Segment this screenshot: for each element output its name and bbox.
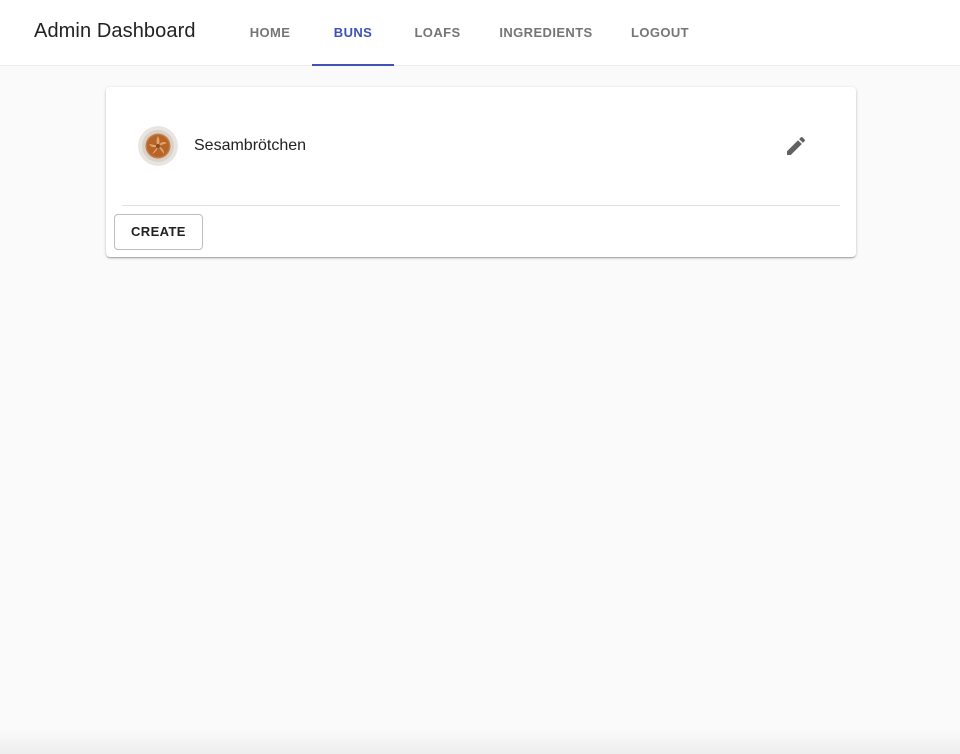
divider xyxy=(122,205,840,206)
bun-image-icon xyxy=(138,126,178,166)
bottom-shadow xyxy=(0,730,960,754)
tab-loafs[interactable]: LOAFS xyxy=(394,0,481,66)
bun-name: Sesambrötchen xyxy=(194,137,307,154)
pencil-icon xyxy=(787,136,806,155)
tab-loafs-label: LOAFS xyxy=(414,25,461,40)
tab-home-label: HOME xyxy=(249,25,291,40)
nav-tabs: HOME BUNS LOAFS INGREDIENTS LOGOUT xyxy=(228,0,709,66)
tab-ingredients-label: INGREDIENTS xyxy=(499,25,593,40)
app-bar: Admin Dashboard HOME BUNS LOAFS INGREDIE… xyxy=(0,0,960,66)
tab-logout-label: LOGOUT xyxy=(630,25,689,40)
app-title: Admin Dashboard xyxy=(34,20,196,42)
create-button[interactable]: CREATE xyxy=(114,214,203,250)
buns-card: Sesambrötchen CREATE xyxy=(106,87,856,257)
list-item[interactable]: Sesambrötchen xyxy=(122,107,840,185)
tab-ingredients[interactable]: INGREDIENTS xyxy=(481,0,611,66)
tab-logout[interactable]: LOGOUT xyxy=(611,0,709,66)
edit-button[interactable] xyxy=(772,122,820,170)
tab-home[interactable]: HOME xyxy=(228,0,312,66)
tab-buns[interactable]: BUNS xyxy=(312,0,394,66)
bun-avatar xyxy=(138,126,178,166)
tab-buns-label: BUNS xyxy=(333,25,373,40)
